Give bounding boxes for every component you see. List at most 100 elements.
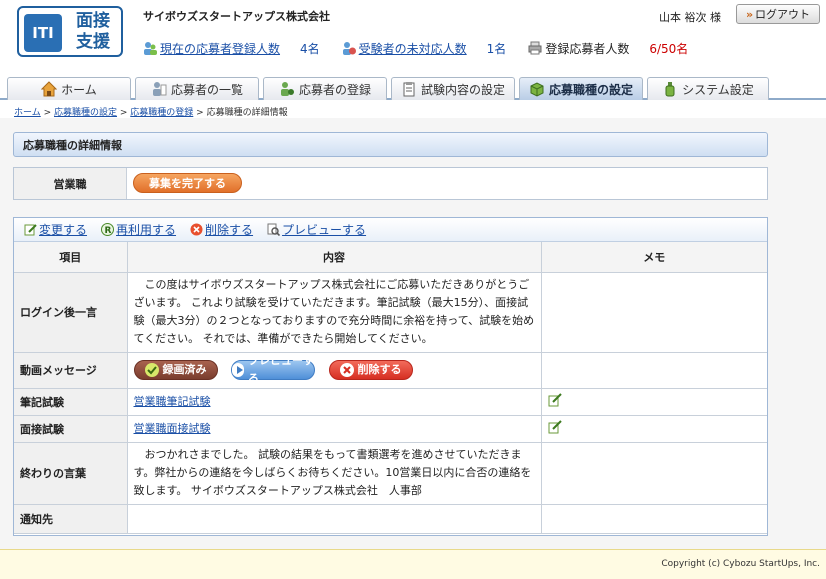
- stat-unhandled-link[interactable]: 受験者の未対応人数: [359, 40, 467, 57]
- memo-edit-icon[interactable]: [548, 393, 562, 407]
- video-delete-label: 削除する: [357, 363, 402, 376]
- action-delete[interactable]: 削除する: [190, 221, 253, 238]
- header-content: 内容: [126, 242, 542, 273]
- stat-registered: 現在の応募者登録人数 4名: [143, 40, 320, 57]
- action-delete-link[interactable]: 削除する: [205, 221, 253, 238]
- table-row: 終わりの言葉 おつかれさまでした。 試験の結果をもって書類選考を進めさせていただ…: [14, 441, 767, 505]
- stat-total: 登録応募者人数 6/50名: [528, 40, 688, 57]
- row-memo-login: [540, 271, 767, 353]
- tab-applicant-list-label: 応募者の一覧: [170, 82, 243, 97]
- row-memo-written: [540, 387, 767, 416]
- finish-recruiting-button[interactable]: 募集を完了する: [133, 173, 242, 193]
- row-content-interview: 営業職面接試験: [126, 414, 542, 443]
- row-memo-interview: [540, 414, 767, 443]
- stat-registered-value: 4名: [300, 41, 320, 56]
- row-label-notify: 通知先: [14, 503, 128, 534]
- copyright: Copyright (c) Cybozu StartUps, Inc.: [661, 559, 820, 569]
- printer-icon: [528, 41, 542, 55]
- preview-icon: [267, 223, 281, 237]
- stat-unhandled: 受験者の未対応人数 1名: [342, 40, 507, 57]
- table-row: ログイン後一言 この度はサイボウズスタートアップス株式会社にご応募いただきありが…: [14, 271, 767, 353]
- stat-total-value: 6/50名: [649, 41, 689, 56]
- breadcrumb-job-register[interactable]: 応募職種の登録: [130, 108, 193, 118]
- action-preview[interactable]: プレビューする: [267, 221, 366, 238]
- reuse-icon: R: [101, 223, 115, 236]
- app-logo[interactable]: ITI 面接 支援: [17, 6, 123, 57]
- job-summary: 営業職 募集を完了する: [13, 167, 768, 200]
- box-icon: [529, 81, 545, 97]
- tab-exam-settings[interactable]: 試験内容の設定: [391, 77, 515, 100]
- tab-applicant-register-label: 応募者の登録: [298, 82, 371, 97]
- table-row: 動画メッセージ 録画済み プレビューする 削除する: [14, 351, 767, 389]
- breadcrumb-current: 応募職種の詳細情報: [206, 108, 288, 118]
- double-chevron-right-icon: »: [745, 7, 754, 21]
- row-label-written: 筆記試験: [14, 387, 128, 416]
- memo-edit-icon[interactable]: [548, 420, 562, 434]
- action-reuse[interactable]: R 再利用する: [101, 221, 176, 238]
- row-content-notify: [126, 503, 542, 534]
- clipboard-icon: [401, 81, 417, 97]
- row-label-interview: 面接試験: [14, 414, 128, 443]
- row-content-login: この度はサイボウズスタートアップス株式会社にご応募いただきありがとうございます。…: [126, 271, 542, 353]
- job-detail-table: 項目 内容 メモ ログイン後一言 この度はサイボウズスタートアップス株式会社にご…: [14, 242, 767, 534]
- written-exam-link[interactable]: 営業職筆記試験: [134, 395, 211, 408]
- recorded-button[interactable]: 録画済み: [133, 360, 218, 380]
- tab-home[interactable]: ホーム: [7, 77, 131, 100]
- main-tabs: ホーム 応募者の一覧 応募者の登録 試験内容の設定 応募職種の設定 システム設定: [0, 76, 826, 100]
- tab-applicant-list[interactable]: 応募者の一覧: [135, 77, 259, 100]
- person-alert-icon: [342, 41, 356, 55]
- logout-button[interactable]: » ログアウト: [736, 4, 820, 24]
- edit-icon: [24, 223, 37, 236]
- video-preview-label: プレビューする: [248, 354, 314, 385]
- tab-applicant-register[interactable]: 応募者の登録: [263, 77, 387, 100]
- stats-bar: 現在の応募者登録人数 4名 受験者の未対応人数 1名 登録応募者人数 6/50名: [143, 40, 710, 56]
- footer: Copyright (c) Cybozu StartUps, Inc.: [0, 549, 826, 579]
- table-header-row: 項目 内容 メモ: [14, 242, 767, 273]
- tab-job-settings[interactable]: 応募職種の設定: [519, 77, 643, 100]
- tab-home-label: ホーム: [61, 82, 97, 97]
- people-add-icon: [279, 81, 295, 97]
- play-icon: [232, 363, 244, 377]
- tab-system-settings[interactable]: システム設定: [647, 77, 769, 100]
- close-icon: [339, 363, 354, 377]
- breadcrumb-job-settings[interactable]: 応募職種の設定: [54, 108, 117, 118]
- header-memo: メモ: [540, 242, 767, 273]
- action-bar: 変更する R 再利用する 削除する プレビューする: [14, 218, 767, 242]
- interview-exam-link[interactable]: 営業職面接試験: [134, 422, 211, 435]
- company-name: サイボウズスタートアップス株式会社: [143, 10, 330, 23]
- action-edit-link[interactable]: 変更する: [39, 221, 87, 238]
- delete-icon: [190, 223, 203, 236]
- stat-total-label: 登録応募者人数: [545, 41, 630, 56]
- section-title: 応募職種の詳細情報: [13, 132, 768, 157]
- logo-mark-icon: ITI: [24, 14, 62, 52]
- stat-registered-link[interactable]: 現在の応募者登録人数: [160, 40, 280, 57]
- breadcrumb: ホーム > 応募職種の設定 > 応募職種の登録 > 応募職種の詳細情報: [14, 108, 288, 118]
- logo-text: 面接 支援: [76, 11, 110, 52]
- job-name: 営業職: [14, 168, 127, 199]
- bottle-icon: [662, 81, 678, 97]
- job-detail-panel: 変更する R 再利用する 削除する プレビューする 項目 内容 メモ ログイン後…: [13, 217, 768, 536]
- row-label-video: 動画メッセージ: [14, 351, 128, 389]
- row-label-closing: 終わりの言葉: [14, 441, 128, 505]
- row-content-closing: おつかれさまでした。 試験の結果をもって書類選考を進めさせていただきます。弊社か…: [126, 441, 542, 505]
- breadcrumb-home[interactable]: ホーム: [14, 108, 41, 118]
- recorded-label: 録画済み: [162, 363, 207, 376]
- stat-unhandled-value: 1名: [486, 41, 507, 56]
- row-content-written: 営業職筆記試験: [126, 387, 542, 416]
- video-preview-button[interactable]: プレビューする: [231, 354, 315, 385]
- house-icon: [40, 81, 58, 97]
- action-preview-link[interactable]: プレビューする: [282, 221, 366, 238]
- action-edit[interactable]: 変更する: [24, 221, 87, 238]
- row-memo-closing: [540, 441, 767, 505]
- row-memo-video: [540, 351, 767, 389]
- tab-system-settings-label: システム設定: [682, 82, 754, 97]
- table-row: 面接試験 営業職面接試験: [14, 414, 767, 443]
- row-label-login: ログイン後一言: [14, 271, 128, 353]
- table-row: 筆記試験 営業職筆記試験: [14, 387, 767, 416]
- people-icon: [143, 41, 157, 55]
- video-delete-button[interactable]: 削除する: [328, 360, 413, 380]
- action-reuse-link[interactable]: 再利用する: [116, 221, 176, 238]
- logout-label: ログアウト: [755, 8, 811, 21]
- tab-job-settings-label: 応募職種の設定: [548, 82, 633, 97]
- people-list-icon: [151, 81, 167, 97]
